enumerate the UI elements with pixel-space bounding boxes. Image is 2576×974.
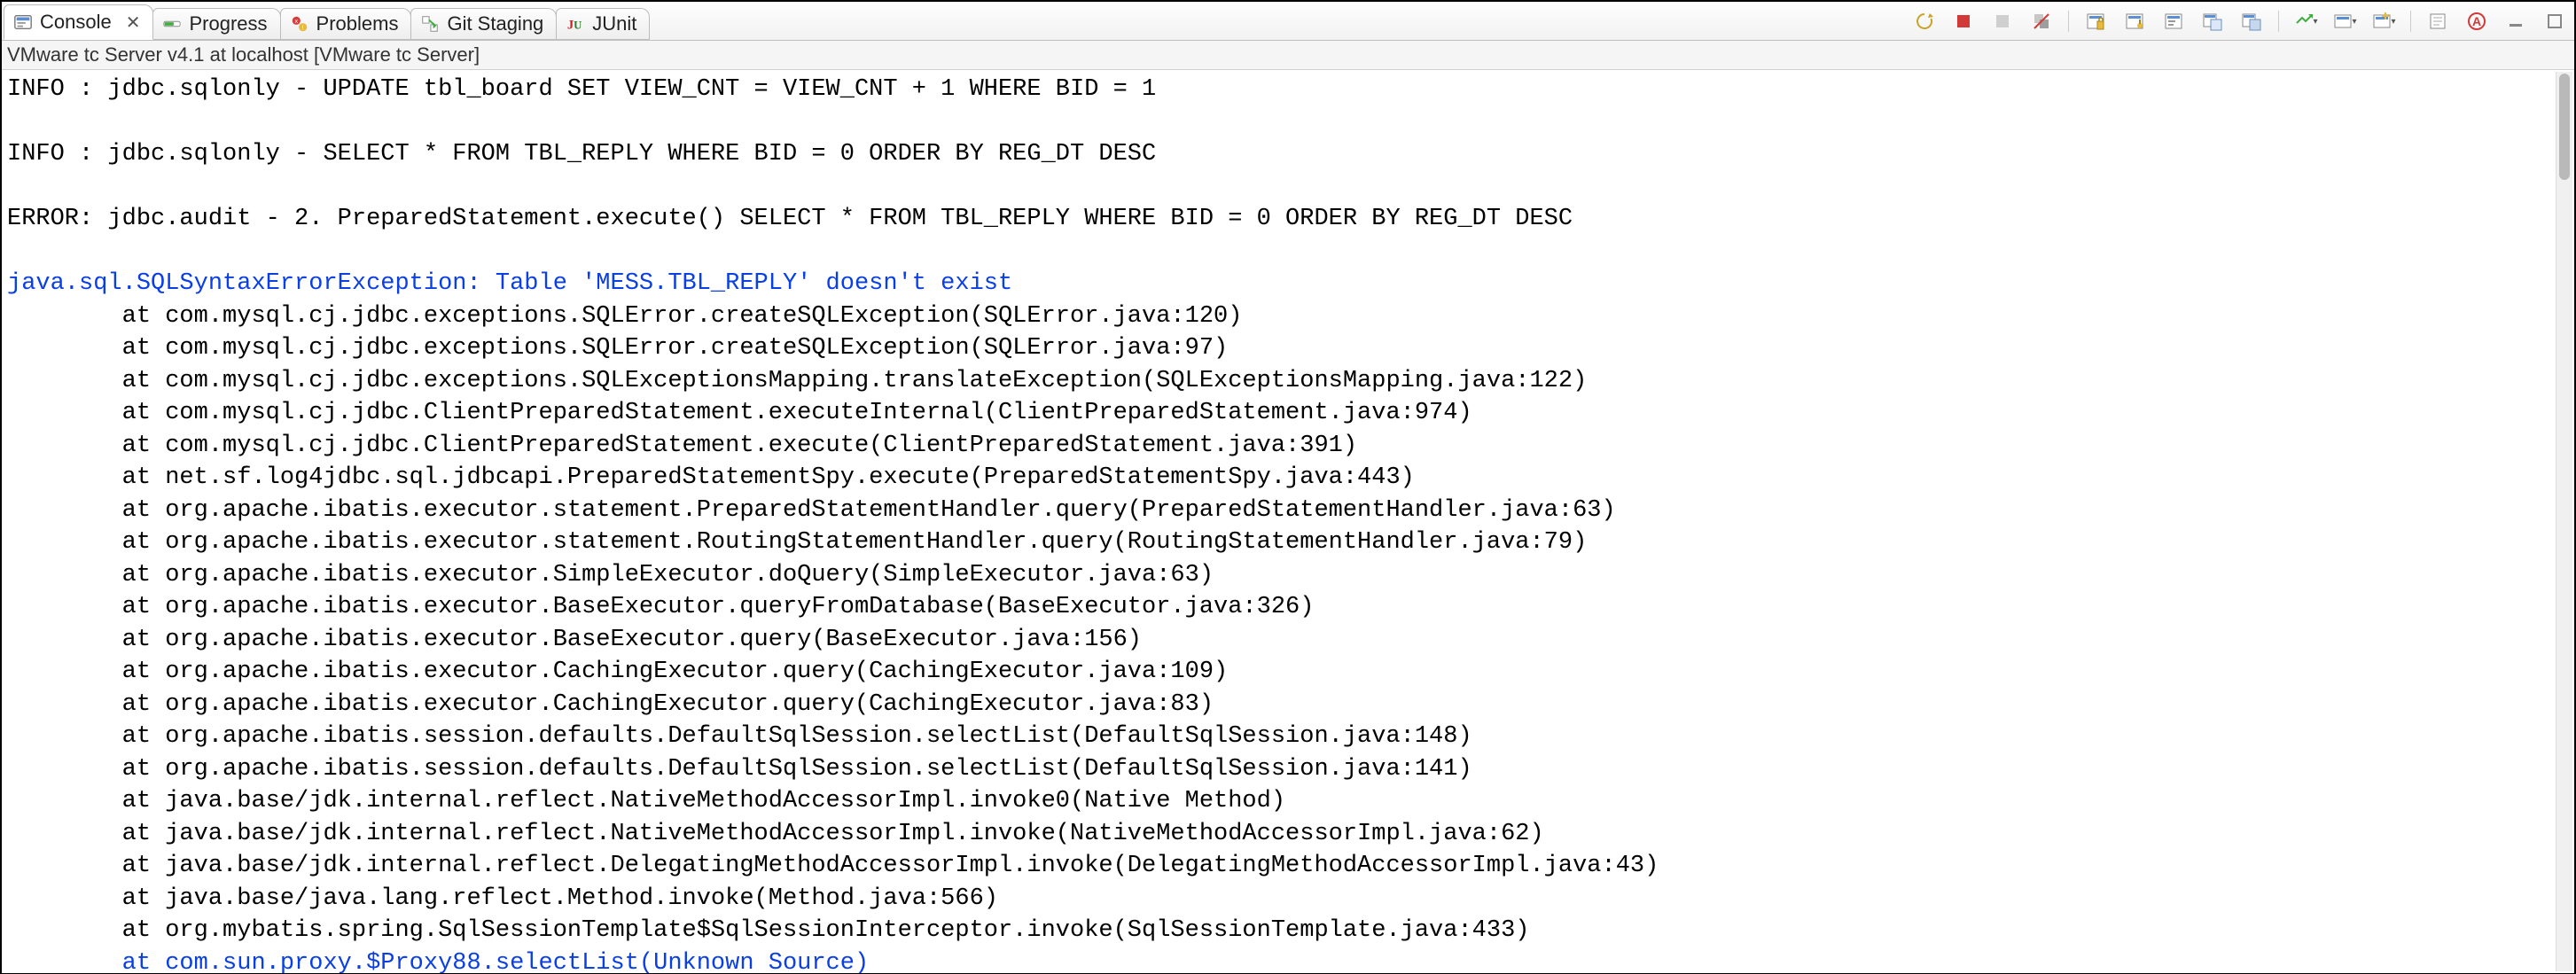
new-console-view-icon[interactable]: ▾ [2369, 7, 2398, 35]
svg-text:J: J [567, 19, 574, 33]
progress-icon [162, 14, 182, 34]
svg-text:!: ! [301, 23, 303, 31]
terminate-icon[interactable] [1949, 7, 1978, 35]
console-line-link[interactable]: java.sql.SQLSyntaxErrorException: Table … [7, 268, 2569, 300]
console-icon [13, 12, 33, 32]
launch-configuration-label: VMware tc Server v4.1 at localhost [VMwa… [2, 41, 2574, 70]
tab-console[interactable]: Console ✕ [4, 4, 153, 40]
problems-icon: x! [290, 14, 309, 34]
console-line: at com.mysql.cj.jdbc.exceptions.SQLError… [7, 332, 2569, 365]
console-line: at com.mysql.cj.jdbc.ClientPreparedState… [7, 397, 2569, 430]
console-line: at com.mysql.cj.jdbc.ClientPreparedState… [7, 430, 2569, 463]
remove-all-terminated-icon[interactable] [2027, 7, 2056, 35]
console-line-link[interactable]: at com.sun.proxy.$Proxy88.selectList(Unk… [7, 947, 2569, 974]
separator-icon [2068, 11, 2069, 32]
console-line [7, 236, 2569, 269]
clear-console-icon[interactable] [2424, 7, 2452, 35]
console-line: INFO : jdbc.sqlonly - UPDATE tbl_board S… [7, 74, 2569, 106]
show-console-icon[interactable] [2159, 7, 2188, 35]
pin-console-icon[interactable] [2120, 7, 2149, 35]
minimize-icon[interactable] [2502, 7, 2530, 35]
git-staging-icon [420, 14, 440, 34]
tab-label: Git Staging [447, 12, 543, 35]
console-line: INFO : jdbc.sqlonly - SELECT * FROM TBL_… [7, 138, 2569, 171]
console-toolbar: ▾ ▾ ▾ A [1910, 5, 2569, 37]
console-line: at org.apache.ibatis.executor.CachingExe… [7, 689, 2569, 721]
tab-label: Console [40, 11, 112, 34]
svg-text:x: x [294, 17, 298, 25]
show-when-output-icon[interactable] [2198, 7, 2227, 35]
scrollbar-thumb[interactable] [2559, 74, 2570, 180]
separator-icon [2410, 11, 2411, 32]
console-line: at java.base/jdk.internal.reflect.Native… [7, 818, 2569, 851]
tab-problems[interactable]: x! Problems [280, 8, 412, 40]
console-line: at org.apache.ibatis.executor.CachingExe… [7, 656, 2569, 689]
tab-junit[interactable]: JU JUnit [556, 8, 650, 40]
console-line: at java.base/jdk.internal.reflect.Native… [7, 785, 2569, 818]
console-line: at org.apache.ibatis.executor.statement.… [7, 526, 2569, 559]
console-line: ERROR: jdbc.audit - 2. PreparedStatement… [7, 203, 2569, 236]
junit-icon: JU [566, 14, 585, 34]
console-line: at org.apache.ibatis.session.defaults.De… [7, 721, 2569, 753]
console-line: at org.apache.ibatis.executor.statement.… [7, 495, 2569, 527]
tab-label: Progress [189, 12, 267, 35]
scroll-lock-icon[interactable] [2081, 7, 2110, 35]
console-line [7, 171, 2569, 204]
tab-progress[interactable]: Progress [152, 8, 280, 40]
console-line: at java.base/java.lang.reflect.Method.in… [7, 883, 2569, 916]
show-when-error-icon[interactable] [2237, 7, 2266, 35]
tab-label: Problems [316, 12, 399, 35]
tab-git-staging[interactable]: Git Staging [410, 8, 557, 40]
console-line: at org.mybatis.spring.SqlSessionTemplate… [7, 915, 2569, 947]
console-line: at org.apache.ibatis.executor.BaseExecut… [7, 624, 2569, 657]
console-line: at org.apache.ibatis.executor.BaseExecut… [7, 591, 2569, 624]
separator-icon [2278, 11, 2279, 32]
red-a-icon[interactable]: A [2463, 7, 2491, 35]
console-output[interactable]: INFO : jdbc.sqlonly - UPDATE tbl_board S… [2, 70, 2574, 973]
view-tab-bar: Console ✕ Progress x! Problems Git Stagi… [2, 2, 2574, 41]
console-line: at java.base/jdk.internal.reflect.Delega… [7, 850, 2569, 883]
open-console-icon[interactable]: ▾ [2291, 7, 2320, 35]
console-line: at com.mysql.cj.jdbc.exceptions.SQLError… [7, 300, 2569, 333]
svg-text:A: A [2472, 14, 2481, 28]
maximize-icon[interactable] [2541, 7, 2569, 35]
console-line: at com.mysql.cj.jdbc.exceptions.SQLExcep… [7, 365, 2569, 398]
terminate-disabled-icon [1988, 7, 2017, 35]
tab-label: JUnit [592, 12, 636, 35]
close-icon[interactable]: ✕ [126, 12, 141, 34]
vertical-scrollbar[interactable] [2556, 72, 2572, 971]
svg-text:U: U [574, 19, 582, 32]
console-line: at org.apache.ibatis.session.defaults.De… [7, 753, 2569, 786]
console-line [7, 106, 2569, 139]
display-selected-icon[interactable]: ▾ [2330, 7, 2359, 35]
console-line: at net.sf.log4jdbc.sql.jdbcapi.PreparedS… [7, 462, 2569, 495]
refresh-icon[interactable] [1910, 7, 1939, 35]
console-line: at org.apache.ibatis.executor.SimpleExec… [7, 559, 2569, 592]
